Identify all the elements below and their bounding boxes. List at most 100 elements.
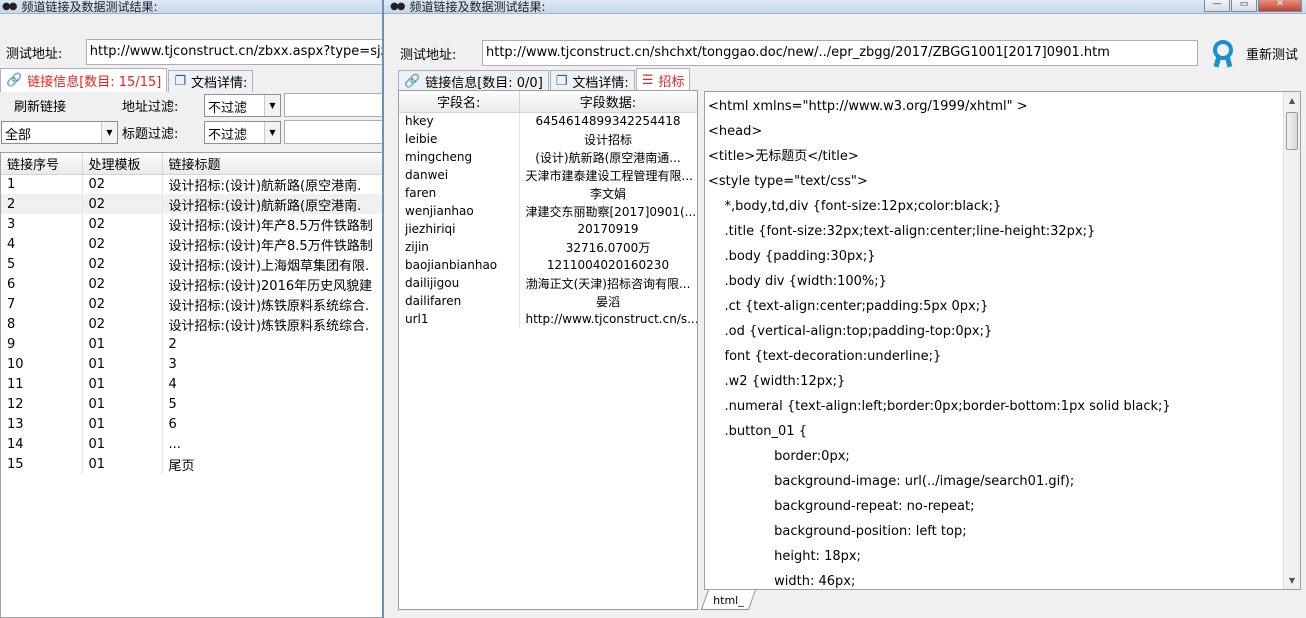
field-value: 20170919 [519, 220, 697, 238]
field-value: 1211004020160230 [519, 256, 697, 274]
table-row[interactable]: 1 02 设计招标:(设计)航新路(原空港南. [1, 174, 383, 194]
table-cell: 13 [1, 414, 83, 434]
table-row[interactable]: 13 01 6 [1, 414, 383, 434]
scroll-down-icon[interactable]: ▼ [1284, 572, 1300, 589]
tab-document-details[interactable]: ❐ 文档详情: [549, 70, 635, 92]
chevron-down-icon[interactable]: ▼ [264, 121, 280, 143]
table-cell: 4 [1, 234, 83, 254]
right-tabs: 🔗 链接信息[数目: 0/0] ❐ 文档详情: ☰ 招标 [398, 68, 691, 92]
vertical-scrollbar[interactable]: ▲ ▼ [1283, 92, 1300, 589]
table-cell: 设计招标:(设计)炼铁原料系统综合. [162, 294, 383, 314]
scroll-up-icon[interactable]: ▲ [1284, 92, 1300, 109]
table-cell: 3 [162, 354, 383, 374]
chevron-down-icon[interactable]: ▼ [101, 121, 117, 143]
field-name: dailifaren [399, 292, 520, 310]
field-row[interactable]: leibie 设计招标 [399, 130, 697, 148]
field-row[interactable]: jiezhiriqi 20170919 [399, 220, 697, 238]
minimize-button[interactable]: — [1204, 0, 1230, 12]
code-line: <style type="text/css"> [708, 174, 868, 189]
table-row[interactable]: 8 02 设计招标:(设计)炼铁原料系统综合. [1, 314, 383, 334]
field-row[interactable]: faren 李文娟 [399, 184, 697, 202]
field-row[interactable]: hkey 6454614899342254418 [399, 112, 697, 130]
tab-tender[interactable]: ☰ 招标 [635, 68, 691, 92]
column-header[interactable]: 链接序号 [1, 153, 83, 175]
field-name: baojianbianhao [399, 256, 520, 274]
field-row[interactable]: mingcheng (设计)航新路(原空港南通... [399, 148, 697, 166]
field-row[interactable]: dailijigou 渤海正文(天津)招标咨询有限... [399, 274, 697, 292]
table-cell: 2 [1, 194, 83, 214]
title-filter-value: 不过滤 [208, 127, 248, 143]
title-filter-input[interactable] [284, 120, 384, 144]
field-row[interactable]: zijin 32716.0700万 [399, 238, 697, 256]
field-row[interactable]: baojianbianhao 1211004020160230 [399, 256, 697, 274]
left-tabs: 🔗 链接信息[数目: 15/15] ❐ 文档详情: [0, 68, 254, 92]
title-filter-select[interactable]: 不过滤 ▼ [204, 120, 281, 144]
field-name: mingcheng [399, 148, 520, 166]
scope-select[interactable]: 全部 ▼ [1, 120, 118, 144]
code-line: .w2 {width:12px;} [708, 374, 846, 389]
field-value: 32716.0700万 [519, 238, 697, 256]
table-row[interactable]: 12 01 5 [1, 394, 383, 414]
table-row[interactable]: 15 01 尾页 [1, 454, 383, 474]
field-row[interactable]: wenjianhao 津建交东丽勘察[2017]0901(... [399, 202, 697, 220]
column-header[interactable]: 链接标题 [162, 153, 383, 175]
field-value: 晏滔 [519, 292, 697, 310]
table-cell: 01 [82, 394, 163, 414]
field-row[interactable]: dailifaren 晏滔 [399, 292, 697, 310]
field-name: zijin [399, 238, 520, 256]
field-name: url1 [399, 310, 520, 328]
refresh-links-button[interactable]: 刷新链接 [14, 96, 109, 115]
field-value: (设计)航新路(原空港南通... [519, 148, 697, 166]
code-line: width: 46px; [708, 574, 856, 589]
column-header[interactable]: 字段名: [399, 91, 520, 113]
table-row[interactable]: 7 02 设计招标:(设计)炼铁原料系统综合. [1, 294, 383, 314]
html-sheet-tab-label: html_ [713, 594, 744, 607]
link-icon: 🔗 [404, 74, 421, 89]
retest-button[interactable]: 重新测试 [1208, 38, 1298, 68]
left-address-input[interactable]: http://www.tjconstruct.cn/zbxx.aspx?type… [85, 39, 385, 65]
table-row[interactable]: 4 02 设计招标:(设计)年产8.5万件铁路制 [1, 234, 383, 254]
field-row[interactable]: danwei 天津市建泰建设工程管理有限... [399, 166, 697, 184]
scrollbar-thumb[interactable] [1286, 112, 1298, 150]
document-icon: ❐ [555, 74, 568, 89]
field-name: wenjianhao [399, 202, 520, 220]
links-table-header: 链接序号 处理模板 链接标题 [1, 153, 383, 175]
table-cell: 设计招标:(设计)2016年历史风貌建 [162, 274, 383, 294]
maximize-button[interactable]: ▭ [1231, 0, 1257, 12]
html-sheet-tab[interactable]: html_ [700, 590, 756, 610]
table-row[interactable]: 6 02 设计招标:(设计)2016年历史风貌建 [1, 274, 383, 294]
code-line: .body div {width:100%;} [708, 274, 887, 289]
table-row[interactable]: 14 01... [1, 434, 383, 454]
table-row[interactable]: 9 01 2 [1, 334, 383, 354]
table-row[interactable]: 10 01 3 [1, 354, 383, 374]
field-name: hkey [399, 112, 520, 130]
right-address-input[interactable]: http://www.tjconstruct.cn/shchxt/tonggao… [482, 40, 1198, 66]
tab-link-info[interactable]: 🔗 链接信息[数目: 0/0] [398, 70, 549, 92]
chevron-down-icon[interactable]: ▼ [264, 94, 280, 116]
table-row[interactable]: 3 02 设计招标:(设计)年产8.5万件铁路制 [1, 214, 383, 234]
code-line: background-position: left top; [708, 524, 967, 539]
table-row[interactable]: 2 02 设计招标:(设计)航新路(原空港南. [1, 194, 383, 214]
right-window-titlebar: ●● 频道链接及数据测试结果: — ▭ ✕ [384, 0, 1306, 14]
tab-document-details[interactable]: ❐ 文档详情: [168, 70, 254, 92]
table-row[interactable]: 11 01 4 [1, 374, 383, 394]
tab-tender-label: 招标 [658, 75, 685, 90]
column-header[interactable]: 处理模板 [82, 153, 163, 175]
code-line: .button_01 { [708, 424, 807, 439]
address-filter-input[interactable] [284, 93, 384, 117]
field-row[interactable]: url1 http://www.tjconstruct.cn/s... [399, 310, 697, 328]
table-row[interactable]: 5 02 设计招标:(设计)上海烟草集团有限. [1, 254, 383, 274]
table-cell: 01 [82, 414, 163, 434]
html-source-pane[interactable]: <html xmlns="http://www.w3.org/1999/xhtm… [704, 91, 1301, 590]
right-window: ●● 频道链接及数据测试结果: — ▭ ✕ 测试地址: http://www.t… [382, 0, 1306, 618]
table-cell: 设计招标:(设计)年产8.5万件铁路制 [162, 234, 383, 254]
table-cell: 8 [1, 314, 83, 334]
close-button[interactable]: ✕ [1258, 0, 1302, 12]
column-header[interactable]: 字段数据: [519, 91, 697, 113]
address-filter-select[interactable]: 不过滤 ▼ [204, 93, 281, 117]
code-line: <head> [708, 124, 763, 139]
table-cell: 02 [82, 194, 163, 214]
left-address-row: 测试地址: http://www.tjconstruct.cn/zbxx.asp… [0, 38, 385, 66]
tab-link-info[interactable]: 🔗 链接信息[数目: 15/15] [0, 68, 168, 92]
code-line: <html xmlns="http://www.w3.org/1999/xhtm… [708, 99, 1028, 114]
